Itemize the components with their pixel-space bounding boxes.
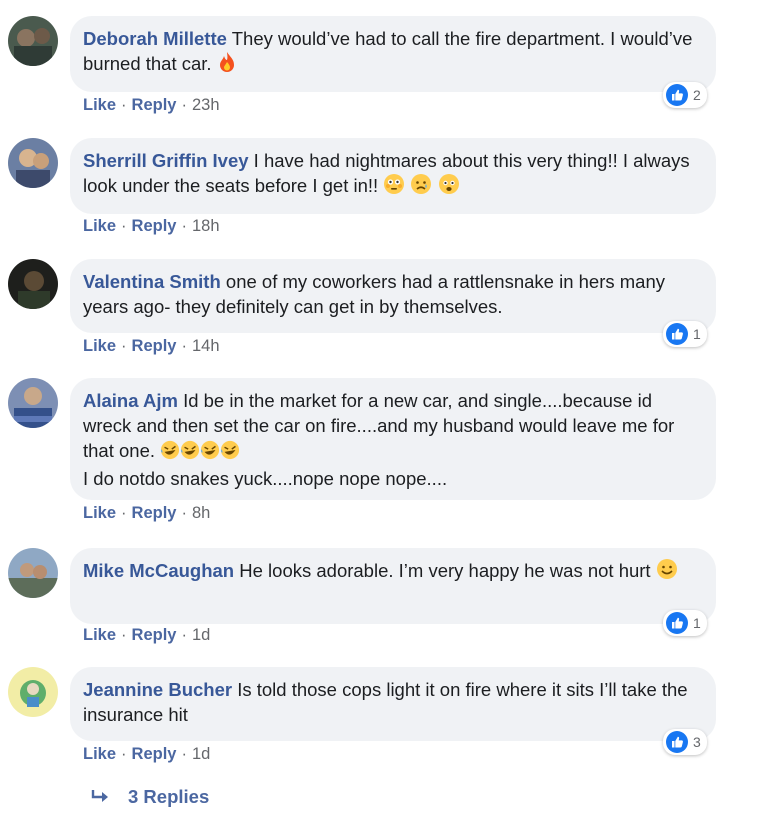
comment-bubble: Sherrill Griffin Ivey I have had nightma… xyxy=(70,138,716,214)
like-link[interactable]: Like xyxy=(83,96,116,114)
reply-link[interactable]: Reply xyxy=(132,504,177,522)
avatar[interactable] xyxy=(8,138,58,188)
avatar[interactable] xyxy=(8,667,58,717)
like-link[interactable]: Like xyxy=(83,504,116,522)
comment-actions: Like · Reply · 14h xyxy=(83,337,220,355)
rolling-laughing-emoji-icon xyxy=(200,440,220,466)
comment-author[interactable]: Alaina Ajm xyxy=(83,390,178,411)
like-link[interactable]: Like xyxy=(83,337,116,355)
reaction-badge[interactable]: 1 xyxy=(663,321,707,347)
thumbs-up-icon xyxy=(666,323,688,345)
comment-actions: Like · Reply · 23h xyxy=(83,96,220,114)
reply-link[interactable]: Reply xyxy=(132,626,177,644)
reaction-badge[interactable]: 3 xyxy=(663,729,707,755)
thumbs-up-icon xyxy=(666,84,688,106)
smiling-face-emoji-icon xyxy=(656,558,678,586)
timestamp[interactable]: 1d xyxy=(192,626,210,644)
comment-actions: Like · Reply · 8h xyxy=(83,504,211,522)
comment-actions: Like · Reply · 1d xyxy=(83,745,211,763)
reaction-count: 1 xyxy=(693,615,701,631)
comment-author[interactable]: Mike McCaughan xyxy=(83,560,234,581)
like-link[interactable]: Like xyxy=(83,217,116,235)
comment-author[interactable]: Deborah Millette xyxy=(83,28,227,49)
timestamp[interactable]: 18h xyxy=(192,217,220,235)
comment-bubble: Deborah Millette They would’ve had to ca… xyxy=(70,16,716,92)
timestamp[interactable]: 14h xyxy=(192,337,220,355)
reply-link[interactable]: Reply xyxy=(132,337,177,355)
reply-link[interactable]: Reply xyxy=(132,745,177,763)
avatar[interactable] xyxy=(8,16,58,66)
avatar[interactable] xyxy=(8,378,58,428)
comment-bubble: Jeannine Bucher Is told those cops light… xyxy=(70,667,716,741)
comment-text: He looks adorable. I’m very happy he was… xyxy=(239,560,651,581)
reaction-count: 3 xyxy=(693,734,701,750)
view-replies-link[interactable]: 3 Replies xyxy=(90,786,209,808)
comment-text-line: I do notdo snakes yuck....nope nope nope… xyxy=(83,468,448,489)
timestamp[interactable]: 23h xyxy=(192,96,220,114)
reply-link[interactable]: Reply xyxy=(132,217,177,235)
avatar[interactable] xyxy=(8,259,58,309)
comment-author[interactable]: Valentina Smith xyxy=(83,271,221,292)
reply-arrow-icon xyxy=(91,790,108,802)
comment-author[interactable]: Sherrill Griffin Ivey xyxy=(83,150,249,171)
fearful-face-emoji-icon xyxy=(438,173,460,201)
avatar[interactable] xyxy=(8,548,58,598)
rolling-laughing-emoji-icon xyxy=(160,440,180,466)
reaction-badge[interactable]: 2 xyxy=(663,82,707,108)
reaction-count: 2 xyxy=(693,87,701,103)
rolling-laughing-emoji-icon xyxy=(220,440,240,466)
reaction-badge[interactable]: 1 xyxy=(663,610,707,636)
comment-bubble: Mike McCaughan He looks adorable. I’m ve… xyxy=(70,548,716,624)
thumbs-up-icon xyxy=(666,612,688,634)
comment-bubble: Valentina Smith one of my coworkers had … xyxy=(70,259,716,333)
reply-link[interactable]: Reply xyxy=(132,96,177,114)
comment-author[interactable]: Jeannine Bucher xyxy=(83,679,232,700)
comment-actions: Like · Reply · 1d xyxy=(83,626,211,644)
flushed-face-emoji-icon xyxy=(383,173,405,201)
like-link[interactable]: Like xyxy=(83,626,116,644)
sad-face-emoji-icon xyxy=(410,173,432,201)
like-link[interactable]: Like xyxy=(83,745,116,763)
timestamp[interactable]: 1d xyxy=(192,745,210,763)
replies-count-label: 3 Replies xyxy=(128,786,210,807)
comment-actions: Like · Reply · 18h xyxy=(83,217,220,235)
rolling-laughing-emoji-icon xyxy=(180,440,200,466)
fire-emoji-icon xyxy=(217,51,237,79)
timestamp[interactable]: 8h xyxy=(192,504,210,522)
thumbs-up-icon xyxy=(666,731,688,753)
reaction-count: 1 xyxy=(693,326,701,342)
comment-bubble: Alaina Ajm Id be in the market for a new… xyxy=(70,378,716,500)
